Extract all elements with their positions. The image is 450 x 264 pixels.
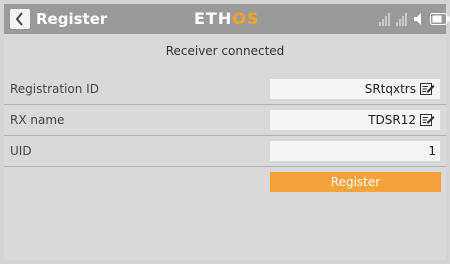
logo-accent-text: OS	[232, 9, 260, 28]
registration-id-row: Registration ID SRtqxtrs	[4, 74, 446, 105]
screen: Register ETHOS Receiver connected Regist…	[4, 4, 450, 260]
uid-value: 1	[428, 144, 436, 158]
status-icons	[379, 10, 450, 28]
registration-id-label: Registration ID	[10, 82, 99, 96]
uid-row: UID 1	[4, 136, 446, 167]
registration-id-field[interactable]: SRtqxtrs	[270, 79, 440, 99]
status-message: Receiver connected	[165, 44, 285, 58]
ethos-logo: ETHOS	[194, 9, 259, 29]
logo-text: ETH	[194, 9, 233, 28]
signal-bars-icon	[396, 13, 407, 26]
page-title: Register	[36, 10, 108, 28]
rx-name-label: RX name	[10, 113, 65, 127]
rx-name-row: RX name TDSR12	[4, 105, 446, 136]
rx-name-field[interactable]: TDSR12	[270, 110, 440, 130]
rx-name-value: TDSR12	[368, 113, 416, 127]
edit-icon[interactable]	[420, 113, 436, 127]
speaker-icon	[414, 13, 421, 25]
device-frame: Register ETHOS Receiver connected Regist…	[0, 0, 450, 264]
back-button[interactable]	[10, 9, 30, 29]
title-bar: Register ETHOS	[4, 4, 450, 34]
registration-id-value: SRtqxtrs	[364, 82, 416, 96]
uid-field[interactable]: 1	[270, 141, 440, 161]
battery-icon	[430, 13, 450, 25]
register-button[interactable]: Register	[270, 172, 441, 192]
edit-icon[interactable]	[420, 82, 436, 96]
chevron-left-icon	[15, 12, 23, 26]
signal-bars-icon	[379, 13, 390, 26]
uid-label: UID	[10, 144, 32, 158]
